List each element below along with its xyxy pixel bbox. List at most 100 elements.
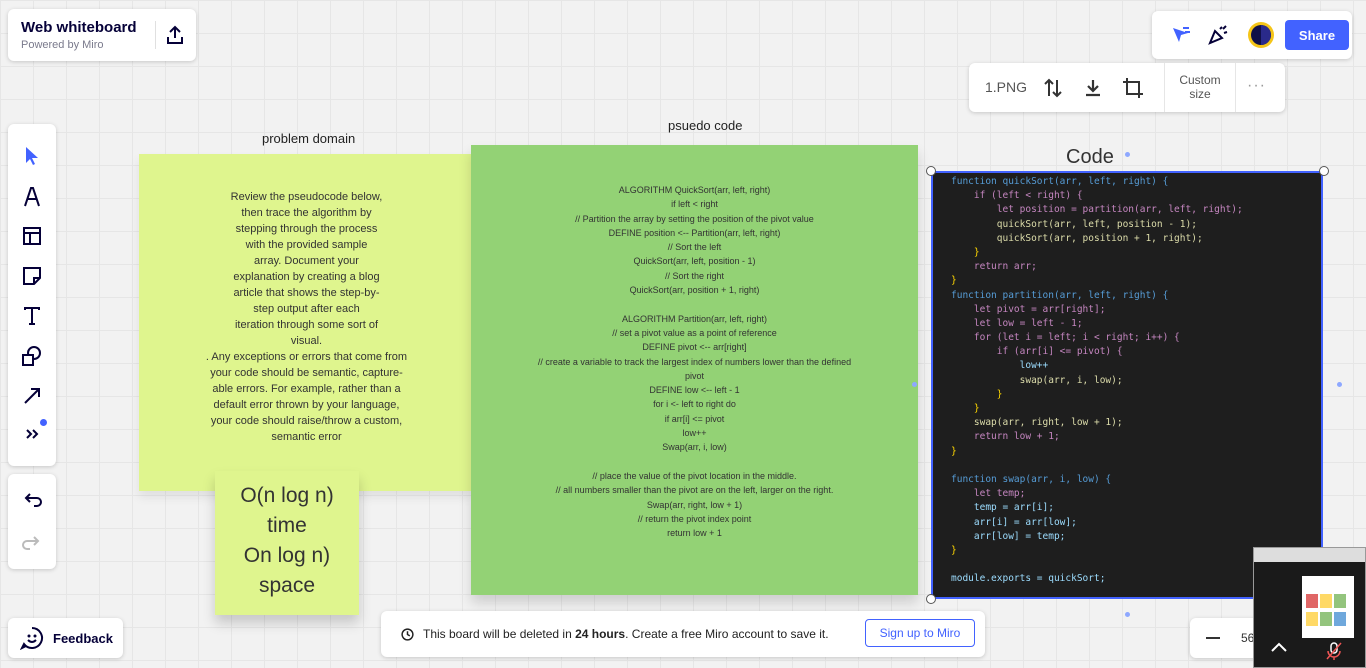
feedback-button[interactable]: Feedback — [8, 618, 123, 658]
zoom-out-button[interactable] — [1206, 637, 1220, 639]
sign-up-button[interactable]: Sign up to Miro — [865, 619, 975, 647]
sticky-note-text: Review the pseudocode below, then trace … — [205, 191, 408, 443]
divider — [155, 21, 156, 49]
divider — [1235, 63, 1236, 112]
sticky-note-pseudo-code[interactable]: ALGORITHM QuickSort(arr, left, right) if… — [471, 145, 918, 595]
swap-arrows-icon — [1044, 78, 1062, 98]
shapes-icon — [22, 346, 41, 366]
feedback-label: Feedback — [53, 631, 113, 646]
code-line: if (left < right) { — [951, 190, 1083, 202]
crop-icon — [1123, 78, 1143, 98]
code-line: let pivot = arr[right]; — [951, 303, 1106, 315]
code-line: swap(arr, right, low + 1); — [951, 417, 1123, 429]
preview-block — [1320, 594, 1332, 608]
resize-handle-top-left[interactable] — [926, 166, 936, 176]
code-content: function quickSort(arr, left, right) { i… — [951, 175, 1243, 586]
divider — [1164, 63, 1165, 112]
download-button[interactable] — [1080, 75, 1106, 101]
banner-text-suffix: . Create a free Miro account to save it. — [625, 627, 829, 641]
preview-block — [1334, 612, 1346, 626]
undo-button[interactable] — [18, 486, 46, 514]
double-chevron-icon — [26, 429, 39, 439]
upload-icon — [167, 25, 183, 44]
resize-handle-top-right[interactable] — [1319, 166, 1329, 176]
undo-icon — [24, 493, 42, 507]
connector-dot[interactable] — [1125, 152, 1130, 157]
code-line: if (arr[i] <= pivot) { — [951, 346, 1123, 358]
preview-block — [1306, 594, 1318, 608]
connector-dot[interactable] — [1125, 612, 1130, 617]
code-line: for (let i = left; i < right; i++) { — [951, 332, 1180, 344]
problem-domain-label[interactable]: problem domain — [262, 131, 355, 146]
smiley-icon — [20, 627, 43, 650]
sticky-note-complexity[interactable]: O(n log n) time On log n) space — [215, 471, 359, 615]
code-line: arr[low] = temp; — [951, 530, 1066, 542]
code-line: quickSort(arr, left, position - 1); — [951, 218, 1197, 230]
banner-text-strong: 24 hours — [575, 627, 626, 641]
image-file-name[interactable]: 1.PNG — [985, 79, 1027, 95]
text-tool[interactable] — [18, 302, 46, 330]
preview-block — [1320, 612, 1332, 626]
crop-button[interactable] — [1120, 75, 1146, 101]
shapes-tool[interactable] — [18, 342, 46, 370]
code-line: function swap(arr, i, low) { — [951, 473, 1112, 485]
code-label[interactable]: Code — [1066, 146, 1114, 169]
preview-block — [1306, 612, 1318, 626]
share-button[interactable]: Share — [1285, 20, 1349, 50]
code-line: temp = arr[i]; — [951, 502, 1054, 514]
avatar-icon — [1248, 22, 1274, 48]
code-image[interactable]: function quickSort(arr, left, right) { i… — [931, 171, 1323, 599]
board-subtitle: Powered by Miro — [21, 39, 104, 51]
code-line: } — [951, 403, 980, 414]
cursor-follow-button[interactable] — [1166, 21, 1194, 49]
code-line: swap(arr, i, low); — [951, 374, 1123, 386]
mute-mic-icon[interactable] — [1326, 641, 1342, 661]
preview-browser-bar — [1254, 548, 1365, 562]
redo-icon — [22, 536, 40, 550]
arrow-icon — [24, 388, 40, 404]
sticky-note-tool[interactable] — [18, 262, 46, 290]
pen-tool[interactable] — [18, 182, 46, 210]
sticky-note-problem-domain[interactable]: Review the pseudocode below, then trace … — [139, 154, 474, 491]
resize-handle-bottom-left[interactable] — [926, 594, 936, 604]
connection-line-tool[interactable] — [18, 382, 46, 410]
redo-button[interactable] — [18, 529, 46, 557]
replace-image-button[interactable] — [1040, 75, 1066, 101]
select-tool[interactable] — [18, 142, 46, 170]
code-line: let low = left - 1; — [951, 317, 1083, 329]
sticky-note-text: O(n log n) time On log n) space — [240, 484, 334, 597]
chevron-up-icon[interactable] — [1269, 640, 1289, 654]
pseudo-code-label[interactable]: psuedo code — [668, 118, 742, 133]
minimap-preview[interactable] — [1253, 547, 1366, 668]
code-line: let position = partition(arr, left, righ… — [951, 204, 1243, 216]
frame-template-tool[interactable] — [18, 222, 46, 250]
board-title[interactable]: Web whiteboard — [21, 19, 137, 36]
custom-size-button[interactable]: Custom size — [1174, 73, 1226, 101]
export-upload-button[interactable] — [160, 21, 190, 49]
preview-block — [1334, 594, 1346, 608]
code-line: function partition(arr, left, right) { — [951, 289, 1169, 301]
code-line: } — [951, 246, 980, 258]
text-icon — [24, 307, 40, 325]
code-line: quickSort(arr, position + 1, right); — [951, 232, 1203, 244]
more-options-button[interactable]: ··· — [1247, 77, 1266, 95]
code-line: } — [951, 275, 957, 287]
download-icon — [1086, 80, 1100, 97]
reactions-button[interactable] — [1204, 21, 1232, 49]
sticky-note-icon — [23, 267, 41, 285]
code-line: arr[i] = arr[low]; — [951, 516, 1077, 528]
user-avatar[interactable] — [1247, 21, 1275, 49]
connector-dot[interactable] — [912, 382, 917, 387]
code-line: return arr; — [951, 261, 1037, 273]
party-popper-icon — [1208, 25, 1228, 45]
code-line: } — [951, 445, 957, 457]
connector-dot[interactable] — [1337, 382, 1342, 387]
history-panel — [8, 474, 56, 569]
image-context-toolbar: 1.PNG Custom size ··· — [969, 63, 1285, 112]
board-expiry-banner: This board will be deleted in 24 hours. … — [381, 611, 985, 657]
banner-message: This board will be deleted in 24 hours. … — [423, 627, 829, 641]
clock-icon — [401, 628, 414, 641]
layout-icon — [23, 227, 41, 245]
